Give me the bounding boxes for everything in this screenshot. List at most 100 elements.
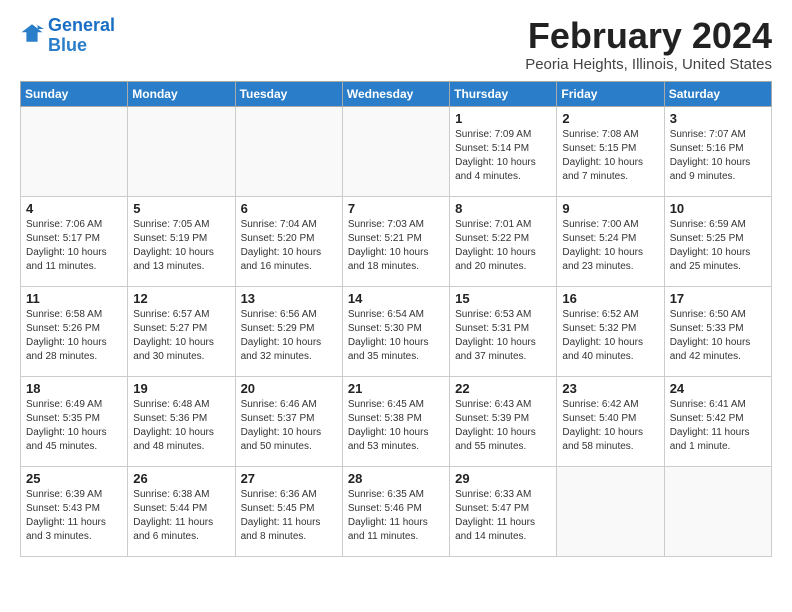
calendar-cell: 2 Sunrise: 7:08 AM Sunset: 5:15 PM Daylig… (557, 106, 664, 196)
day-number: 26 (133, 471, 229, 486)
logo-icon (20, 21, 44, 45)
day-info: Sunrise: 6:41 AM Sunset: 5:42 PM Dayligh… (670, 398, 766, 454)
calendar-cell: 24 Sunrise: 6:41 AM Sunset: 5:42 PM Dayli… (664, 376, 771, 466)
day-info: Sunrise: 7:00 AM Sunset: 5:24 PM Dayligh… (562, 218, 658, 274)
day-info: Sunrise: 7:09 AM Sunset: 5:14 PM Dayligh… (455, 128, 551, 184)
day-number: 12 (133, 291, 229, 306)
day-info: Sunrise: 7:03 AM Sunset: 5:21 PM Dayligh… (348, 218, 444, 274)
day-info: Sunrise: 7:01 AM Sunset: 5:22 PM Dayligh… (455, 218, 551, 274)
day-number: 5 (133, 201, 229, 216)
day-info: Sunrise: 6:57 AM Sunset: 5:27 PM Dayligh… (133, 308, 229, 364)
day-info: Sunrise: 6:36 AM Sunset: 5:45 PM Dayligh… (241, 488, 337, 544)
calendar-cell: 16 Sunrise: 6:52 AM Sunset: 5:32 PM Dayli… (557, 286, 664, 376)
calendar-cell: 9 Sunrise: 7:00 AM Sunset: 5:24 PM Daylig… (557, 196, 664, 286)
calendar-cell: 10Sunrise: 6:59 AM Sunset: 5:25 PM Dayli… (664, 196, 771, 286)
calendar-cell: 18 Sunrise: 6:49 AM Sunset: 5:35 PM Dayli… (21, 376, 128, 466)
calendar-cell: 17 Sunrise: 6:50 AM Sunset: 5:33 PM Dayli… (664, 286, 771, 376)
day-number: 19 (133, 381, 229, 396)
day-info: Sunrise: 6:48 AM Sunset: 5:36 PM Dayligh… (133, 398, 229, 454)
day-number: 16 (562, 291, 658, 306)
calendar-cell: 29 Sunrise: 6:33 AM Sunset: 5:47 PM Dayli… (450, 466, 557, 556)
logo-text: General Blue (48, 16, 115, 56)
calendar-cell (557, 466, 664, 556)
day-number: 20 (241, 381, 337, 396)
logo: General Blue (20, 16, 115, 56)
calendar-cell: 28Sunrise: 6:35 AM Sunset: 5:46 PM Dayli… (342, 466, 449, 556)
day-number: 2 (562, 111, 658, 126)
header-sunday: Sunday (21, 81, 128, 106)
day-number: 13 (241, 291, 337, 306)
day-info: Sunrise: 6:38 AM Sunset: 5:44 PM Dayligh… (133, 488, 229, 544)
header-wednesday: Wednesday (342, 81, 449, 106)
day-number: 17 (670, 291, 766, 306)
day-info: Sunrise: 7:06 AM Sunset: 5:17 PM Dayligh… (26, 218, 122, 274)
day-info: Sunrise: 6:49 AM Sunset: 5:35 PM Dayligh… (26, 398, 122, 454)
calendar-week-4: 18 Sunrise: 6:49 AM Sunset: 5:35 PM Dayli… (21, 376, 772, 466)
day-info: Sunrise: 6:33 AM Sunset: 5:47 PM Dayligh… (455, 488, 551, 544)
calendar-cell: 5 Sunrise: 7:05 AM Sunset: 5:19 PM Daylig… (128, 196, 235, 286)
day-number: 10 (670, 201, 766, 216)
calendar-cell (342, 106, 449, 196)
day-info: Sunrise: 7:07 AM Sunset: 5:16 PM Dayligh… (670, 128, 766, 184)
calendar-cell (235, 106, 342, 196)
day-info: Sunrise: 6:45 AM Sunset: 5:38 PM Dayligh… (348, 398, 444, 454)
calendar-cell (664, 466, 771, 556)
day-number: 29 (455, 471, 551, 486)
calendar-week-3: 11Sunrise: 6:58 AM Sunset: 5:26 PM Dayli… (21, 286, 772, 376)
calendar-header-row: SundayMondayTuesdayWednesdayThursdayFrid… (21, 81, 772, 106)
calendar-cell: 20 Sunrise: 6:46 AM Sunset: 5:37 PM Dayli… (235, 376, 342, 466)
calendar-week-5: 25 Sunrise: 6:39 AM Sunset: 5:43 PM Dayli… (21, 466, 772, 556)
calendar-cell: 14 Sunrise: 6:54 AM Sunset: 5:30 PM Dayli… (342, 286, 449, 376)
day-number: 11 (26, 291, 122, 306)
day-number: 3 (670, 111, 766, 126)
day-number: 18 (26, 381, 122, 396)
day-info: Sunrise: 6:46 AM Sunset: 5:37 PM Dayligh… (241, 398, 337, 454)
calendar-cell: 7 Sunrise: 7:03 AM Sunset: 5:21 PM Daylig… (342, 196, 449, 286)
day-info: Sunrise: 6:50 AM Sunset: 5:33 PM Dayligh… (670, 308, 766, 364)
calendar-cell: 4Sunrise: 7:06 AM Sunset: 5:17 PM Daylig… (21, 196, 128, 286)
header-saturday: Saturday (664, 81, 771, 106)
calendar-cell: 25 Sunrise: 6:39 AM Sunset: 5:43 PM Dayli… (21, 466, 128, 556)
calendar-cell: 3 Sunrise: 7:07 AM Sunset: 5:16 PM Daylig… (664, 106, 771, 196)
calendar-cell: 26 Sunrise: 6:38 AM Sunset: 5:44 PM Dayli… (128, 466, 235, 556)
day-info: Sunrise: 6:43 AM Sunset: 5:39 PM Dayligh… (455, 398, 551, 454)
day-number: 24 (670, 381, 766, 396)
calendar-table: SundayMondayTuesdayWednesdayThursdayFrid… (20, 81, 772, 557)
day-number: 25 (26, 471, 122, 486)
calendar-cell: 21 Sunrise: 6:45 AM Sunset: 5:38 PM Dayli… (342, 376, 449, 466)
day-number: 6 (241, 201, 337, 216)
day-number: 22 (455, 381, 551, 396)
calendar-cell: 1Sunrise: 7:09 AM Sunset: 5:14 PM Daylig… (450, 106, 557, 196)
day-info: Sunrise: 6:56 AM Sunset: 5:29 PM Dayligh… (241, 308, 337, 364)
calendar-cell: 8 Sunrise: 7:01 AM Sunset: 5:22 PM Daylig… (450, 196, 557, 286)
day-number: 15 (455, 291, 551, 306)
day-number: 27 (241, 471, 337, 486)
day-number: 8 (455, 201, 551, 216)
day-info: Sunrise: 7:04 AM Sunset: 5:20 PM Dayligh… (241, 218, 337, 274)
header-monday: Monday (128, 81, 235, 106)
day-info: Sunrise: 6:39 AM Sunset: 5:43 PM Dayligh… (26, 488, 122, 544)
day-number: 7 (348, 201, 444, 216)
day-info: Sunrise: 7:05 AM Sunset: 5:19 PM Dayligh… (133, 218, 229, 274)
page-header: General Blue February 2024 Peoria Height… (20, 16, 772, 73)
calendar-cell: 13 Sunrise: 6:56 AM Sunset: 5:29 PM Dayli… (235, 286, 342, 376)
calendar-cell: 11Sunrise: 6:58 AM Sunset: 5:26 PM Dayli… (21, 286, 128, 376)
calendar-week-1: 1Sunrise: 7:09 AM Sunset: 5:14 PM Daylig… (21, 106, 772, 196)
day-number: 21 (348, 381, 444, 396)
day-info: Sunrise: 7:08 AM Sunset: 5:15 PM Dayligh… (562, 128, 658, 184)
calendar-cell: 27 Sunrise: 6:36 AM Sunset: 5:45 PM Dayli… (235, 466, 342, 556)
calendar-week-2: 4Sunrise: 7:06 AM Sunset: 5:17 PM Daylig… (21, 196, 772, 286)
calendar-cell: 15 Sunrise: 6:53 AM Sunset: 5:31 PM Dayli… (450, 286, 557, 376)
day-number: 28 (348, 471, 444, 486)
day-number: 23 (562, 381, 658, 396)
day-info: Sunrise: 6:54 AM Sunset: 5:30 PM Dayligh… (348, 308, 444, 364)
calendar-cell: 23Sunrise: 6:42 AM Sunset: 5:40 PM Dayli… (557, 376, 664, 466)
day-info: Sunrise: 6:52 AM Sunset: 5:32 PM Dayligh… (562, 308, 658, 364)
day-info: Sunrise: 6:53 AM Sunset: 5:31 PM Dayligh… (455, 308, 551, 364)
day-number: 9 (562, 201, 658, 216)
header-friday: Friday (557, 81, 664, 106)
header-thursday: Thursday (450, 81, 557, 106)
day-number: 14 (348, 291, 444, 306)
calendar-cell: 12 Sunrise: 6:57 AM Sunset: 5:27 PM Dayli… (128, 286, 235, 376)
calendar-cell (128, 106, 235, 196)
